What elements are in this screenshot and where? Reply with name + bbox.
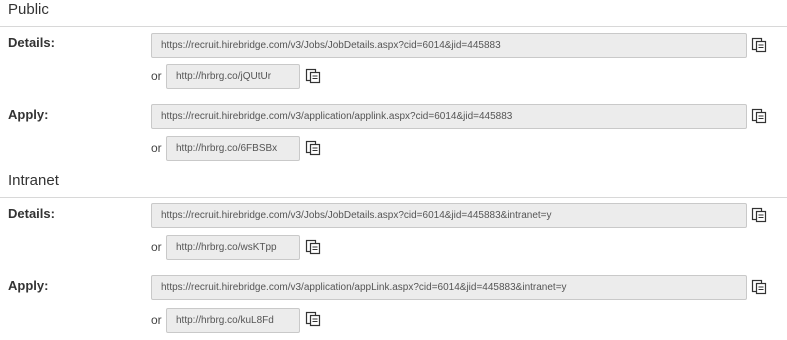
public-apply-url-field[interactable]: https://recruit.hirebridge.com/v3/applic… (151, 104, 747, 129)
section-title-public: Public (8, 1, 49, 18)
intranet-details-url-field[interactable]: https://recruit.hirebridge.com/v3/Jobs/J… (151, 203, 747, 228)
public-details-short-url-field[interactable]: http://hrbrg.co/jQUtUr (166, 64, 300, 89)
copy-icon[interactable] (751, 279, 767, 295)
copy-icon[interactable] (751, 207, 767, 223)
copy-icon[interactable] (751, 37, 767, 53)
section-divider (0, 197, 787, 198)
intranet-apply-label: Apply: (8, 278, 49, 293)
or-label: or (151, 313, 162, 327)
intranet-details-short-url-field[interactable]: http://hrbrg.co/wsKTpp (166, 235, 300, 260)
or-label: or (151, 69, 162, 83)
public-apply-short-url-field[interactable]: http://hrbrg.co/6FBSBx (166, 136, 300, 161)
public-apply-label: Apply: (8, 107, 49, 122)
or-label: or (151, 240, 162, 254)
copy-icon[interactable] (305, 68, 321, 84)
copy-icon[interactable] (751, 108, 767, 124)
intranet-apply-short-url-field[interactable]: http://hrbrg.co/kuL8Fd (166, 308, 300, 333)
public-details-label: Details: (8, 35, 55, 50)
section-title-intranet: Intranet (8, 172, 59, 189)
or-label: or (151, 141, 162, 155)
intranet-apply-url-field[interactable]: https://recruit.hirebridge.com/v3/applic… (151, 275, 747, 300)
public-details-url-field[interactable]: https://recruit.hirebridge.com/v3/Jobs/J… (151, 33, 747, 58)
copy-icon[interactable] (305, 239, 321, 255)
intranet-details-label: Details: (8, 206, 55, 221)
section-divider (0, 26, 787, 27)
copy-icon[interactable] (305, 311, 321, 327)
copy-icon[interactable] (305, 140, 321, 156)
